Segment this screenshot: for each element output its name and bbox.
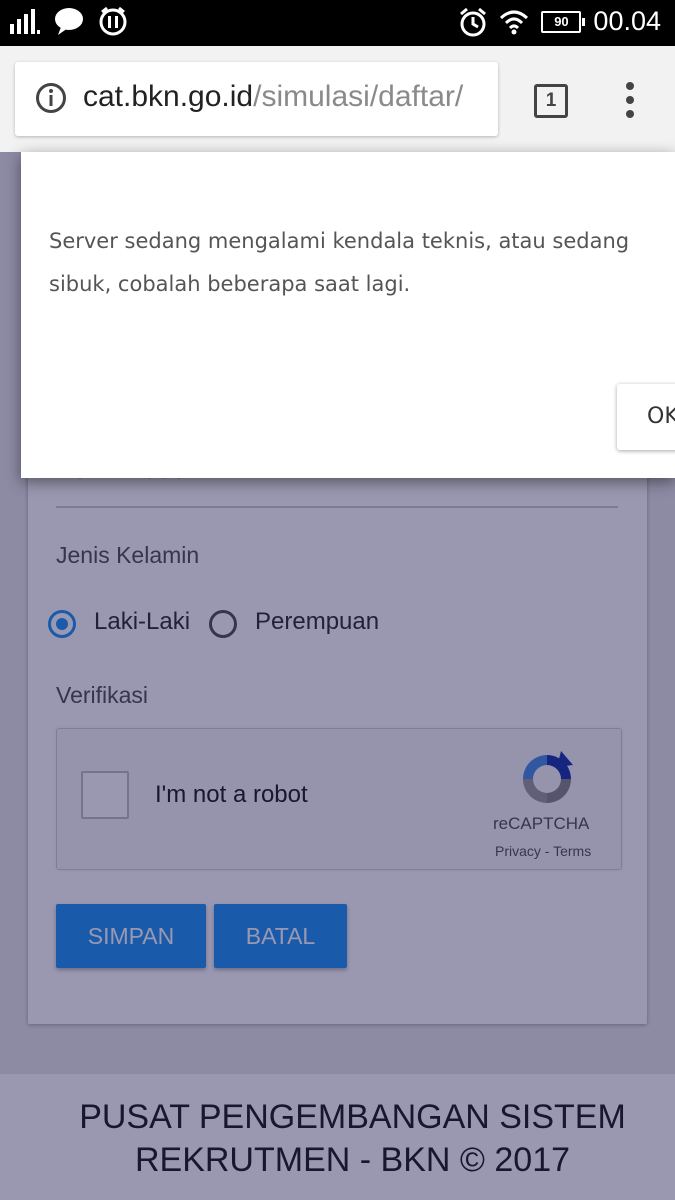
url-host: cat.bkn.go.id	[83, 80, 254, 113]
signal-icon	[10, 9, 40, 34]
address-bar[interactable]: cat.bkn.go.id/simulasi/daftar/	[15, 62, 498, 136]
tab-switcher-button[interactable]: 1	[534, 84, 568, 118]
status-right: 90 00.04	[459, 6, 661, 37]
wifi-icon	[500, 10, 529, 34]
battery-icon: 90	[541, 10, 586, 33]
chat-icon	[55, 8, 83, 35]
status-bar: 90 00.04	[0, 0, 675, 46]
info-icon[interactable]	[35, 82, 67, 114]
alarm-icon	[460, 7, 487, 36]
error-dialog: Server sedang mengalami kendala teknis, …	[21, 152, 675, 478]
pause-icon	[99, 6, 127, 36]
url-text[interactable]: cat.bkn.go.id/simulasi/daftar/	[83, 80, 463, 114]
ok-button[interactable]: OK	[617, 384, 675, 450]
status-time: 00.04	[593, 6, 661, 36]
dialog-message: Server sedang mengalami kendala teknis, …	[49, 229, 630, 296]
overflow-menu-icon[interactable]	[620, 82, 640, 118]
browser-toolbar: cat.bkn.go.id/simulasi/daftar/ 1	[0, 46, 675, 152]
status-left	[10, 6, 128, 36]
url-path: /simulasi/daftar/	[253, 80, 464, 113]
